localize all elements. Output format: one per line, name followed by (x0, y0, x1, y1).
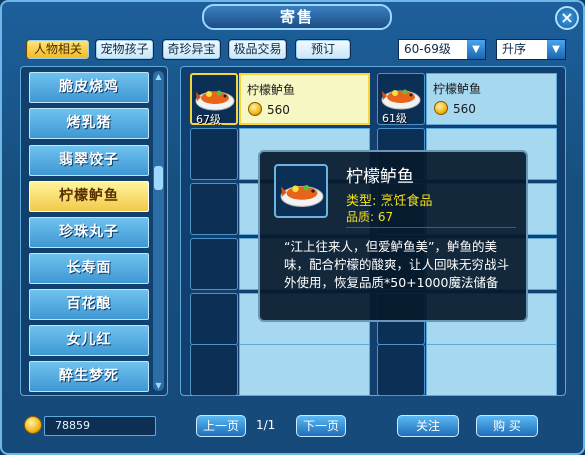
tab-reserve[interactable]: 预订 (295, 39, 351, 60)
listing-price: 560 (267, 103, 290, 117)
tab-premium-trade[interactable]: 极品交易 (228, 39, 287, 60)
list-item[interactable]: 珍珠丸子 (29, 217, 149, 248)
prev-page-button[interactable]: 上一页 (196, 415, 246, 437)
fish-dish-icon (280, 184, 324, 207)
tooltip-quality: 品质: 67 (346, 210, 394, 224)
list-item[interactable]: 长寿面 (29, 253, 149, 284)
item-tooltip: 柠檬鲈鱼 类型: 烹饪食品 品质: 67 “江上往来人，但爱鲈鱼美”，鲈鱼的美味… (258, 150, 528, 322)
empty-slot[interactable] (377, 344, 557, 396)
gold-amount: 78859 (44, 416, 156, 436)
tab-character[interactable]: 人物相关 (26, 39, 90, 60)
chevron-down-icon: ▼ (547, 40, 565, 59)
list-item[interactable]: 翡翠饺子 (29, 145, 149, 176)
next-page-button[interactable]: 下一页 (296, 415, 346, 437)
fish-dish-icon (195, 90, 235, 111)
list-item[interactable]: 百花酿 (29, 289, 149, 320)
level-filter-value: 60-69级 (404, 42, 451, 56)
list-item[interactable]: 醉生梦死 (29, 361, 149, 392)
level-filter-dropdown[interactable]: 60-69级 ▼ (398, 39, 486, 60)
food-list-panel: 脆皮烧鸡 烤乳猪 翡翠饺子 柠檬鲈鱼 珍珠丸子 长寿面 百花酿 女儿红 醉生梦死… (20, 66, 168, 396)
scroll-down-icon[interactable]: ▼ (153, 380, 164, 391)
listing-price: 560 (453, 102, 476, 116)
tab-pets-children[interactable]: 宠物孩子 (95, 39, 154, 60)
coin-icon (434, 101, 448, 115)
tab-treasures[interactable]: 奇珍异宝 (162, 39, 221, 60)
sort-order-dropdown[interactable]: 升序 ▼ (496, 39, 566, 60)
tooltip-item-name: 柠檬鲈鱼 (346, 167, 414, 187)
listing-slot-selected[interactable]: 67级 柠檬鲈鱼 560 (190, 73, 370, 126)
slot-info: 柠檬鲈鱼 560 (426, 73, 557, 125)
tooltip-type-label: 类型 (346, 194, 373, 209)
list-item-selected[interactable]: 柠檬鲈鱼 (29, 181, 149, 212)
list-item[interactable]: 女儿红 (29, 325, 149, 356)
list-scrollbar[interactable]: ▲ ▼ (153, 71, 164, 391)
listing-level: 61级 (382, 112, 407, 125)
tooltip-description: “江上往来人，但爱鲈鱼美”，鲈鱼的美味，配合柠檬的酸爽，让人回味无穷战斗外使用，… (284, 239, 510, 290)
scroll-up-icon[interactable]: ▲ (153, 71, 164, 82)
coin-icon (24, 416, 42, 434)
window-title: 寄售 (202, 4, 392, 30)
listing-level: 67级 (196, 113, 221, 126)
tooltip-quality-label: 品质 (346, 210, 371, 224)
tooltip-divider (346, 227, 516, 228)
chevron-down-icon: ▼ (467, 40, 485, 59)
list-item[interactable]: 脆皮烧鸡 (29, 72, 149, 103)
consignment-window: 寄售 × 人物相关 宠物孩子 奇珍异宝 极品交易 预订 60-69级 ▼ 升序 … (0, 0, 585, 455)
fish-dish-icon (381, 89, 421, 110)
scrollbar-thumb[interactable] (154, 166, 163, 190)
listing-slot[interactable]: 61级 柠檬鲈鱼 560 (377, 73, 557, 125)
tooltip-type-value: 烹饪食品 (380, 194, 433, 209)
tooltip-icon-frame (274, 164, 328, 218)
slot-info: 柠檬鲈鱼 560 (239, 73, 370, 125)
buy-button[interactable]: 购 买 (476, 415, 538, 437)
follow-button[interactable]: 关注 (397, 415, 459, 437)
close-button[interactable]: × (555, 6, 579, 30)
sort-order-value: 升序 (502, 42, 527, 56)
list-item[interactable]: 烤乳猪 (29, 108, 149, 139)
listing-name: 柠檬鲈鱼 (247, 83, 296, 97)
tooltip-type: 类型: 烹饪食品 (346, 194, 433, 209)
coin-icon (248, 102, 262, 116)
empty-slot[interactable] (190, 344, 370, 396)
listing-name: 柠檬鲈鱼 (433, 82, 482, 96)
slot-icon-frame: 67级 (190, 73, 238, 126)
tooltip-quality-value: 67 (377, 210, 394, 224)
page-indicator: 1/1 (256, 418, 276, 432)
slot-icon-frame: 61级 (377, 73, 425, 125)
